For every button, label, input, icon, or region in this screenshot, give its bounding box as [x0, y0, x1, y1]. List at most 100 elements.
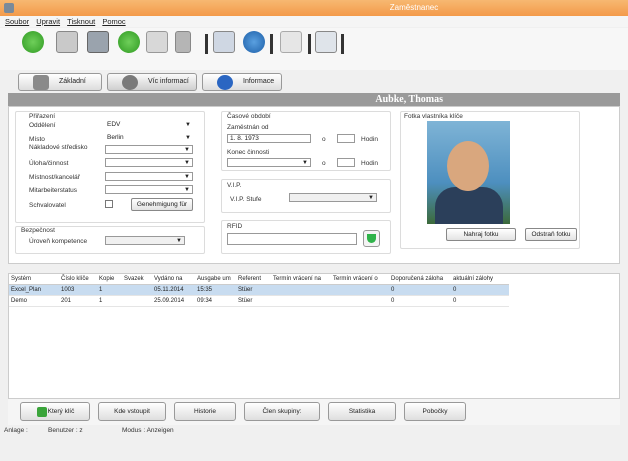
end-of-activity-field[interactable]: ▼: [227, 158, 311, 167]
location-value: Berlin: [107, 134, 124, 141]
col-header[interactable]: Vydáno na: [154, 274, 182, 284]
chevron-down-icon: ▼: [184, 174, 190, 180]
hours-label: Hodin: [361, 160, 378, 167]
col-header[interactable]: Termín vrácení na: [273, 274, 321, 284]
time-period-title: Časové období: [227, 113, 271, 120]
employed-from-value: 1. 8. 1973: [230, 135, 259, 142]
table-cell: 25.09.2014: [154, 298, 185, 304]
location-label: Místo: [29, 136, 45, 143]
employed-from-field[interactable]: 1. 8. 1973: [227, 134, 311, 143]
title-bar: Zaměstnanec: [0, 0, 628, 16]
table-cell: Excel_Plan: [11, 287, 42, 293]
chevron-down-icon: ▼: [184, 147, 190, 153]
tab-history[interactable]: Historie: [174, 402, 236, 421]
table-cell: 0: [453, 287, 457, 293]
add-icon[interactable]: [118, 31, 140, 53]
menu-soubor[interactable]: Soubor: [5, 17, 29, 26]
pen-icon: [122, 75, 138, 90]
col-header[interactable]: Číslo klíče: [61, 274, 89, 284]
col-header[interactable]: Referent: [238, 274, 261, 284]
security-title: Bezpečnost: [21, 227, 55, 234]
tab-basic-data[interactable]: Základní data: [18, 73, 102, 101]
delete-icon[interactable]: [175, 31, 191, 53]
bottom-tab-bar: Který klíč Kde vstoupit Historie Člen sk…: [8, 399, 620, 425]
department-label: Oddělení: [29, 122, 56, 129]
competence-label: Úroveň kompetence: [29, 238, 88, 245]
employee-status-select[interactable]: ▼: [105, 185, 193, 194]
toolbar-separator: [270, 34, 273, 54]
table-cell: Demo: [11, 298, 28, 304]
end-of-activity-hour-field[interactable]: [337, 158, 355, 167]
key-table: Systém Číslo klíče Kopie Svazek Vydáno n…: [8, 273, 620, 399]
toolbar: [0, 28, 628, 70]
table-cell: 1: [99, 287, 103, 293]
chevron-down-icon: ▼: [184, 160, 190, 166]
cost-center-label: Nákladové středisko: [29, 144, 88, 151]
remove-photo-button[interactable]: Odstraň fotku: [525, 228, 577, 241]
location-select[interactable]: Berlin ▼: [105, 134, 193, 143]
tab-where-enter[interactable]: Kde vstoupit: [98, 402, 166, 421]
chevron-down-icon: ▼: [185, 122, 191, 128]
globe-icon[interactable]: [243, 31, 265, 53]
tab-bar: Základní data Víc informací Informace: [0, 71, 628, 101]
role-select[interactable]: ▼: [105, 158, 193, 167]
office-label: Místnost/kancelář: [29, 174, 80, 181]
vip-level-select[interactable]: ▼: [289, 193, 377, 202]
col-header[interactable]: Kopie: [99, 274, 114, 284]
status-modus: Modus : Anzeigen: [122, 427, 174, 434]
rfid-input[interactable]: [227, 233, 357, 245]
col-header[interactable]: Ausgabe um: [197, 274, 231, 284]
tools-icon[interactable]: [146, 31, 168, 53]
copy-icon[interactable]: [280, 31, 302, 53]
table-row[interactable]: Demo 201 1 25.09.2014 09:34 Stüer 0 0: [9, 296, 509, 307]
tab-which-key[interactable]: Který klíč: [20, 402, 90, 421]
table-cell: 09:34: [197, 298, 213, 304]
tab-statistics[interactable]: Statistika: [328, 402, 396, 421]
upload-photo-button[interactable]: Nahraj fotku: [446, 228, 516, 241]
time-o-label: o: [322, 160, 326, 167]
office-select[interactable]: ▼: [105, 172, 193, 181]
menu-upravit[interactable]: Upravit: [36, 17, 60, 26]
status-benutzer: Benutzer : z: [48, 427, 83, 434]
menu-tisknout[interactable]: Tisknout: [67, 17, 95, 26]
chevron-down-icon: ▼: [176, 238, 182, 244]
col-header[interactable]: Svazek: [124, 274, 144, 284]
tab-branches[interactable]: Pobočky: [404, 402, 466, 421]
key-icon: [37, 407, 47, 417]
table-row[interactable]: Excel_Plan 1003 1 05.11.2014 15:35 Stüer…: [9, 285, 509, 296]
camera-icon[interactable]: [213, 31, 235, 53]
rfid-scan-icon[interactable]: [363, 230, 380, 247]
tab-information[interactable]: Informace: [202, 73, 282, 91]
back-arrow-icon[interactable]: [22, 31, 44, 53]
col-header[interactable]: Termín vrácení o: [333, 274, 378, 284]
approval-button[interactable]: Genehmigung für: [131, 198, 193, 211]
approver-label: Schvalovatel: [29, 202, 66, 209]
photo-title: Fotka vlastníka klíče: [404, 113, 463, 120]
chevron-down-icon: ▼: [185, 135, 191, 141]
save-icon[interactable]: [87, 31, 109, 53]
approver-checkbox[interactable]: [105, 200, 113, 208]
tab-label: Informace: [243, 78, 275, 85]
vip-title: V.I.P.: [227, 182, 242, 189]
table-cell: 201: [61, 298, 72, 304]
print-icon[interactable]: [315, 31, 337, 53]
employed-from-hour-field[interactable]: [337, 134, 355, 143]
menu-pomoc[interactable]: Pomoc: [102, 17, 125, 26]
col-header[interactable]: aktuální zálohy: [453, 274, 493, 284]
role-label: Úloha/činnost: [29, 160, 69, 167]
tab-group-member[interactable]: Člen skupiny:: [244, 402, 320, 421]
col-header[interactable]: Systém: [11, 274, 31, 284]
col-header[interactable]: Doporučená záloha: [391, 274, 443, 284]
employee-status-label: Mitarbeiterstatus: [29, 187, 78, 194]
competence-select[interactable]: ▼: [105, 236, 185, 245]
chevron-down-icon: ▼: [184, 187, 190, 193]
table-cell: 0: [391, 298, 395, 304]
close-record-icon[interactable]: [56, 31, 78, 53]
tab-more-info[interactable]: Víc informací: [107, 73, 197, 91]
department-select[interactable]: EDV ▼: [105, 121, 193, 130]
tab-label: Který klíč: [47, 408, 75, 415]
table-cell: 1003: [61, 287, 75, 293]
photo-shirt: [435, 187, 503, 224]
cost-center-select[interactable]: ▼: [105, 145, 193, 154]
table-cell: 1: [99, 298, 103, 304]
